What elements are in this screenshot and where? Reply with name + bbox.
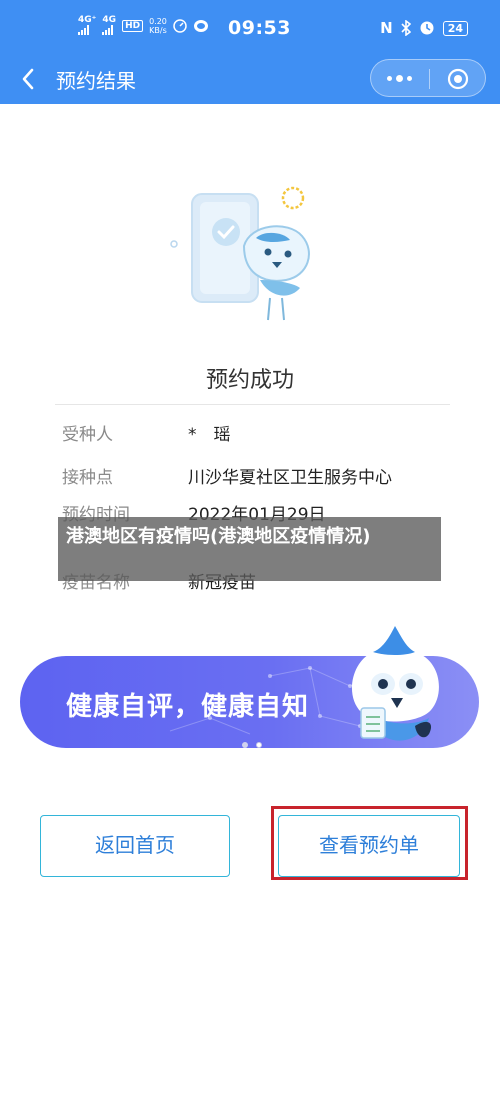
status-icons-left: 4G⁺ 4G HD 0.20 KB/s — [78, 16, 209, 35]
signal-4g-plus: 4G⁺ — [78, 16, 96, 35]
title-overlay: 港澳地区有疫情吗(港澳地区疫情情况) — [58, 517, 441, 581]
result-title: 预约成功 — [205, 368, 294, 393]
signal-bars-icon — [78, 25, 89, 35]
signal-4g: 4G — [102, 16, 116, 35]
nav-bar: 预约结果 — [0, 56, 500, 104]
info-value: * 瑶 — [188, 425, 231, 445]
signal-label: 4G⁺ — [78, 15, 97, 25]
speed-value: 0.20 — [149, 16, 167, 26]
mascot-illustration — [351, 626, 439, 741]
back-arrow-icon[interactable] — [14, 64, 44, 94]
signal-bars-icon — [102, 25, 114, 35]
status-icons-right: N 24 — [380, 19, 468, 37]
battery-icon: 24 — [442, 20, 468, 36]
status-time: 09:53 — [228, 17, 291, 39]
app-notification-icon — [193, 19, 208, 32]
carousel-dot[interactable] — [242, 742, 248, 748]
capsule-divider — [429, 69, 430, 89]
close-target-icon[interactable] — [447, 68, 469, 90]
alarm-icon — [420, 21, 434, 35]
info-row-site: 接种点 川沙华夏社区卫生服务中心 — [62, 463, 462, 493]
mini-program-capsule — [370, 59, 486, 97]
info-value: 川沙华夏社区卫生服务中心 — [188, 468, 392, 488]
nfc-icon: N — [380, 19, 393, 37]
status-bar: 4G⁺ 4G HD 0.20 KB/s 09:53 N 24 — [0, 0, 500, 56]
more-options-icon[interactable] — [387, 75, 412, 82]
banner-text: 健康自评，健康自知 — [66, 692, 310, 722]
highlight-annotation — [271, 806, 468, 880]
back-to-home-button[interactable]: 返回首页 — [40, 815, 230, 877]
overlay-text: 港澳地区有疫情吗(港澳地区疫情情况) — [66, 526, 371, 547]
speed-unit: KB/s — [149, 25, 167, 35]
network-speed: 0.20 KB/s — [149, 17, 167, 35]
hd-badge: HD — [122, 19, 144, 32]
success-illustration — [170, 186, 310, 321]
page-title: 预约结果 — [56, 69, 136, 93]
info-row-recipient: 受种人 * 瑶 — [62, 420, 462, 450]
gauge-icon — [173, 18, 187, 33]
bluetooth-icon — [401, 20, 411, 36]
divider — [55, 404, 450, 405]
info-label: 接种点 — [62, 468, 113, 488]
signal-label-2: 4G — [102, 15, 117, 25]
carousel-dot-active[interactable] — [256, 742, 262, 748]
info-label: 受种人 — [62, 425, 113, 445]
